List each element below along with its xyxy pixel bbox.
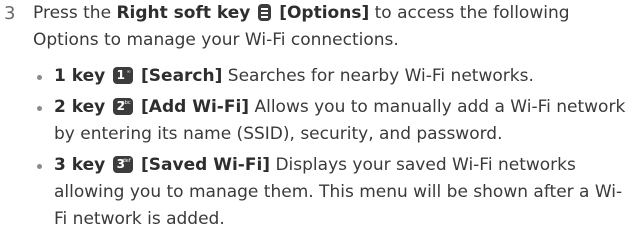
option-name: [Add Wi-Fi]: [141, 97, 250, 117]
key-label: 1 key: [54, 66, 106, 86]
bullet-icon: [37, 75, 42, 80]
manual-page: 3 Press the Right soft key [Options] to …: [0, 0, 635, 240]
option-description: Searches for nearby Wi-Fi networks.: [222, 66, 534, 86]
option-name: [Saved Wi-Fi]: [141, 155, 271, 175]
bullet-icon: [37, 164, 42, 169]
key-label: 3 key: [54, 155, 106, 175]
key-2-icon: 2 abc: [112, 98, 133, 115]
list-item: 1 key 1 ∞ [Search] Searches for nearby Wi…: [33, 63, 633, 90]
list-item: 2 key 2 abc [Add Wi-Fi] Allows you to man…: [33, 94, 633, 148]
right-soft-key-label: Right soft key: [116, 3, 251, 23]
options-label: [Options]: [279, 3, 370, 23]
step-text-before: Press the: [33, 3, 117, 23]
option-description: Displays your saved Wi-Fi networks allow…: [54, 155, 623, 229]
options-list: 1 key 1 ∞ [Search] Searches for nearby Wi…: [33, 63, 633, 237]
option-description: Allows you to manually add a Wi-Fi netwo…: [54, 97, 626, 144]
bullet-icon: [37, 106, 42, 111]
key-1-icon: 1 ∞: [112, 67, 133, 84]
key-label: 2 key: [54, 97, 106, 117]
key-3-icon: 3 def: [112, 156, 133, 173]
step-instruction: Press the Right soft key [Options] to ac…: [33, 0, 633, 54]
right-soft-key-icon: [257, 4, 271, 21]
list-item: 3 key 3 def [Saved Wi-Fi] Displays your s…: [33, 152, 633, 233]
step-number: 3: [4, 3, 16, 24]
option-name: [Search]: [141, 66, 223, 86]
